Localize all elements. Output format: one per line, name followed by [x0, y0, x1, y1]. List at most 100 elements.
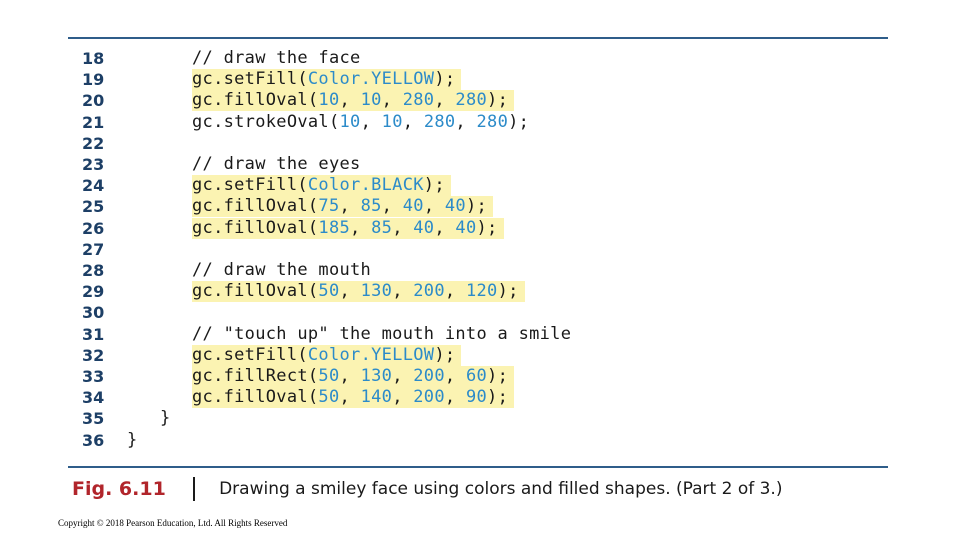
code-literal: 10	[339, 111, 361, 132]
line-number: 20	[82, 91, 105, 111]
bottom-rule	[68, 466, 888, 468]
code-token: );	[487, 387, 509, 408]
code-literal: 90	[465, 387, 488, 408]
code-literal: Color.YELLOW	[307, 69, 435, 90]
code-line: 32 gc.setFill(Color.YELLOW);	[0, 344, 960, 366]
code-literal: 120	[465, 281, 498, 302]
code-literal: 200	[413, 366, 445, 386]
line-number: 23	[82, 155, 105, 174]
code-token: ,	[339, 366, 361, 386]
code-literal: 40	[413, 217, 435, 238]
line-number: 25	[82, 197, 105, 217]
line-number: 30	[82, 303, 105, 323]
code-token: gc.fillOval(	[192, 196, 319, 217]
code-token: );	[465, 196, 488, 217]
code-token: gc.strokeOval(	[192, 111, 340, 132]
code-statement: gc.fillRect(50, 130, 200, 60);	[192, 366, 515, 387]
code-line: 19 gc.setFill(Color.YELLOW);	[0, 69, 960, 91]
code-statement: gc.fillOval(185, 85, 40, 40);	[192, 217, 504, 239]
code-literal: 185	[318, 217, 351, 238]
code-token: ,	[423, 196, 445, 217]
line-number: 22	[82, 133, 105, 153]
line-number: 33	[82, 367, 105, 386]
code-literal: 130	[360, 366, 393, 386]
code-literal: 50	[318, 366, 340, 386]
code-literal: 50	[318, 281, 340, 302]
code-line: 31 // "touch up" the mouth into a smile	[0, 324, 960, 345]
code-token: );	[476, 217, 498, 238]
code-token: gc.setFill(	[192, 69, 308, 90]
code-statement: gc.setFill(Color.YELLOW);	[192, 344, 462, 366]
code-token: );	[497, 281, 519, 302]
code-line: 36}	[0, 430, 960, 451]
code-token: );	[423, 175, 445, 196]
code-token: ,	[350, 217, 372, 238]
code-token: );	[487, 90, 509, 111]
code-token: ,	[339, 90, 361, 111]
code-line: 34 gc.fillOval(50, 140, 200, 90);	[0, 387, 960, 409]
code-token: ,	[434, 90, 456, 111]
code-token: ,	[455, 111, 477, 132]
code-token: ,	[392, 387, 414, 408]
code-token: ,	[392, 217, 414, 238]
code-comment: // "touch up" the mouth into a smile	[192, 324, 571, 345]
code-token: ,	[381, 196, 403, 217]
code-literal: 10	[381, 111, 403, 132]
code-statement: gc.strokeOval(10, 10, 280, 280);	[192, 112, 529, 133]
code-token: ,	[402, 111, 424, 132]
code-token: gc.fillOval(	[192, 281, 319, 302]
code-token: ,	[444, 281, 466, 302]
code-line: 35}	[0, 408, 960, 429]
code-comment: // draw the eyes	[192, 154, 361, 175]
code-literal: 40	[455, 217, 477, 238]
code-literal: Color.YELLOW	[307, 344, 435, 365]
code-statement: gc.fillOval(10, 10, 280, 280);	[192, 90, 515, 112]
copyright-notice: Copyright © 2018 Pearson Education, Ltd.…	[58, 518, 288, 528]
code-statement: }	[160, 408, 171, 429]
code-token: // draw the mouth	[192, 260, 372, 280]
code-token: gc.setFill(	[192, 344, 308, 365]
code-statement: gc.fillOval(50, 130, 200, 120);	[192, 281, 525, 303]
code-statement: }	[127, 430, 138, 451]
code-token: ,	[434, 217, 456, 238]
line-number: 18	[82, 49, 105, 68]
code-token: ,	[339, 281, 361, 302]
code-literal: 85	[360, 196, 382, 217]
code-comment: // draw the mouth	[192, 260, 371, 281]
code-token: // "touch up" the mouth into a smile	[192, 323, 572, 344]
line-number: 35	[82, 409, 105, 429]
code-line: 22	[0, 133, 960, 154]
code-token: );	[434, 69, 456, 90]
code-token: gc.fillOval(	[192, 387, 319, 408]
code-line: 25 gc.fillOval(75, 85, 40, 40);	[0, 196, 960, 218]
code-literal: 280	[476, 111, 509, 132]
code-literal: 200	[413, 281, 445, 302]
code-line: 26 gc.fillOval(185, 85, 40, 40);	[0, 217, 960, 239]
code-statement: gc.fillOval(75, 85, 40, 40);	[192, 196, 494, 218]
code-line: 28 // draw the mouth	[0, 260, 960, 281]
code-token: // draw the face	[192, 48, 361, 68]
code-token: ,	[339, 387, 361, 408]
code-line: 23 // draw the eyes	[0, 154, 960, 175]
code-token: );	[487, 366, 509, 386]
code-token: gc.fillRect(	[192, 366, 319, 386]
code-literal: 200	[413, 387, 445, 408]
code-statement: gc.setFill(Color.BLACK);	[192, 175, 451, 197]
code-literal: 280	[455, 90, 488, 111]
code-line: 30	[0, 302, 960, 323]
code-token: );	[434, 344, 456, 365]
code-token: ,	[392, 281, 414, 302]
line-number: 27	[82, 239, 105, 259]
code-literal: 10	[360, 90, 382, 111]
code-token: }	[160, 408, 171, 429]
code-line: 21 gc.strokeOval(10, 10, 280, 280);	[0, 112, 960, 133]
code-line: 29 gc.fillOval(50, 130, 200, 120);	[0, 281, 960, 303]
code-comment: // draw the face	[192, 48, 361, 69]
line-number: 28	[82, 261, 105, 280]
line-number: 24	[82, 176, 105, 196]
code-literal: 280	[402, 90, 435, 111]
figure-label: Fig. 6.11	[72, 478, 166, 500]
code-line: 24 gc.setFill(Color.BLACK);	[0, 175, 960, 197]
code-line: 27	[0, 239, 960, 260]
code-token: gc.setFill(	[192, 175, 308, 196]
